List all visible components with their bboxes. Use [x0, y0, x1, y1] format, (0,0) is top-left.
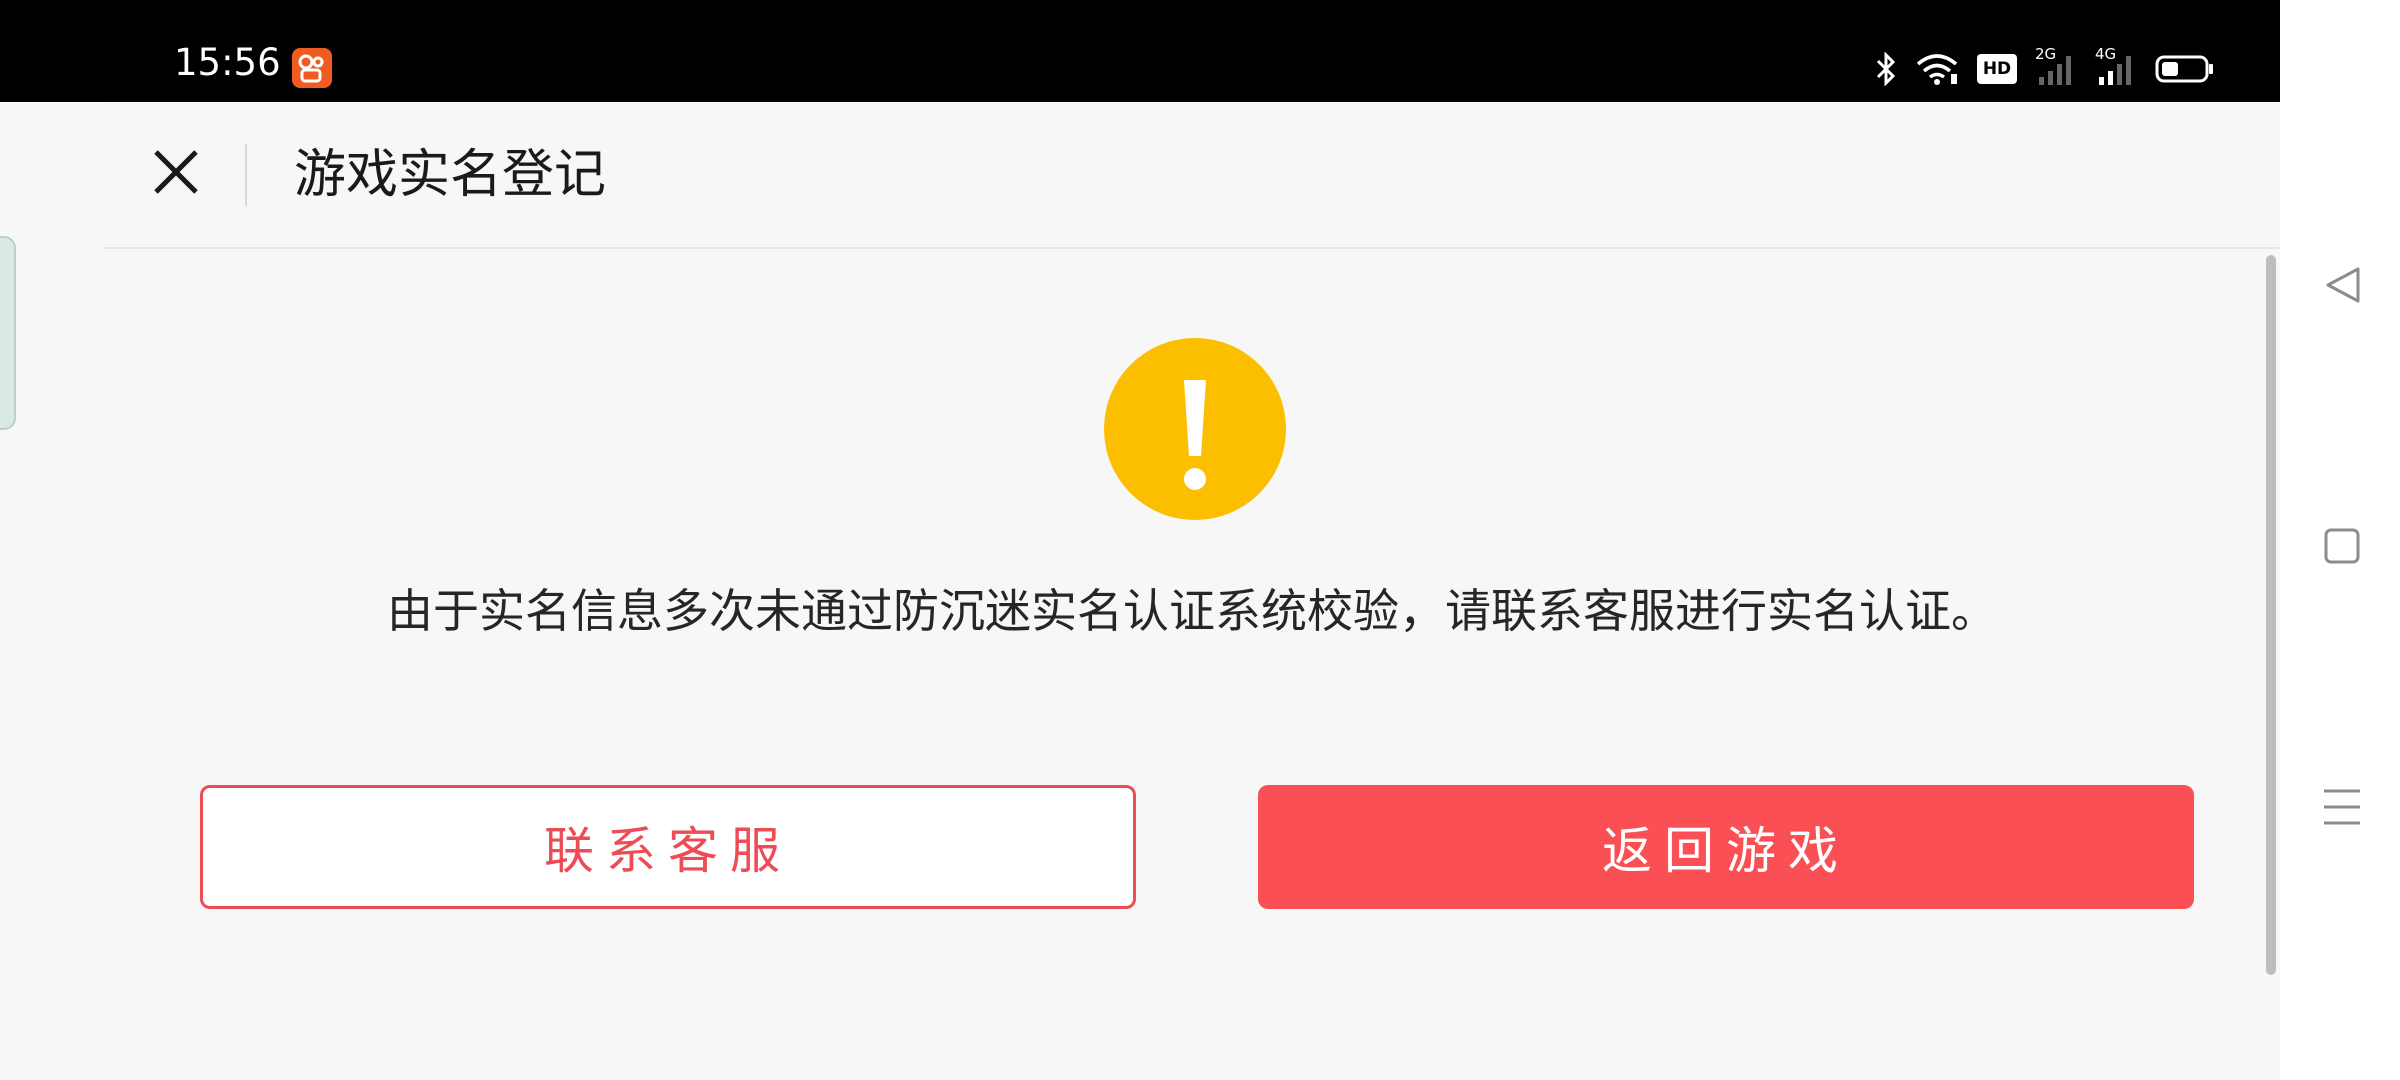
- nav-recents-button[interactable]: [2322, 787, 2362, 827]
- back-triangle-icon: [2322, 267, 2362, 309]
- header-divider: [245, 144, 247, 206]
- page-title: 游戏实名登记: [294, 145, 607, 205]
- close-button[interactable]: [144, 142, 208, 206]
- return-to-game-button[interactable]: 返回游戏: [1258, 785, 2194, 909]
- bluetooth-icon: [1875, 52, 1897, 86]
- status-bar: 15:56 HD 2G 4G: [0, 0, 2280, 102]
- error-message: 由于实名信息多次未通过防沉迷实名认证系统校验，请联系客服进行实名认证。: [387, 584, 1997, 638]
- status-time: 15:56: [174, 41, 281, 84]
- home-square-icon: [2322, 528, 2362, 570]
- contact-support-label: 联系客服: [544, 822, 792, 880]
- left-background-strip: [0, 102, 104, 1080]
- warning-icon: [1104, 338, 1286, 520]
- close-icon: [152, 148, 200, 200]
- scrollbar[interactable]: [2266, 255, 2276, 975]
- return-to-game-label: 返回游戏: [1602, 822, 1850, 880]
- signal-2g-icon: 2G: [2035, 45, 2077, 87]
- floating-side-tab[interactable]: [0, 236, 16, 430]
- signal-4g-icon: 4G: [2095, 45, 2137, 87]
- screen: 15:56 HD 2G 4G 游戏实名登记 由于实名信息多次未通过防沉迷实名认证…: [0, 0, 2400, 1080]
- nav-home-button[interactable]: [2322, 526, 2362, 566]
- nav-back-button[interactable]: [2322, 265, 2362, 305]
- battery-icon: [2155, 54, 2215, 84]
- hd-icon: HD: [1977, 54, 2017, 84]
- wifi-icon: [1915, 52, 1959, 86]
- system-nav-bar: [2280, 0, 2400, 1080]
- panel-header: 游戏实名登记: [104, 102, 2280, 249]
- hd-label: HD: [1982, 59, 2012, 79]
- real-name-panel: 游戏实名登记 由于实名信息多次未通过防沉迷实名认证系统校验，请联系客服进行实名认…: [104, 102, 2280, 1080]
- menu-lines-icon: [2322, 789, 2362, 831]
- status-icons: HD 2G 4G: [1875, 45, 2215, 88]
- kuaishou-app-icon: [292, 48, 332, 88]
- contact-support-button[interactable]: 联系客服: [200, 785, 1136, 909]
